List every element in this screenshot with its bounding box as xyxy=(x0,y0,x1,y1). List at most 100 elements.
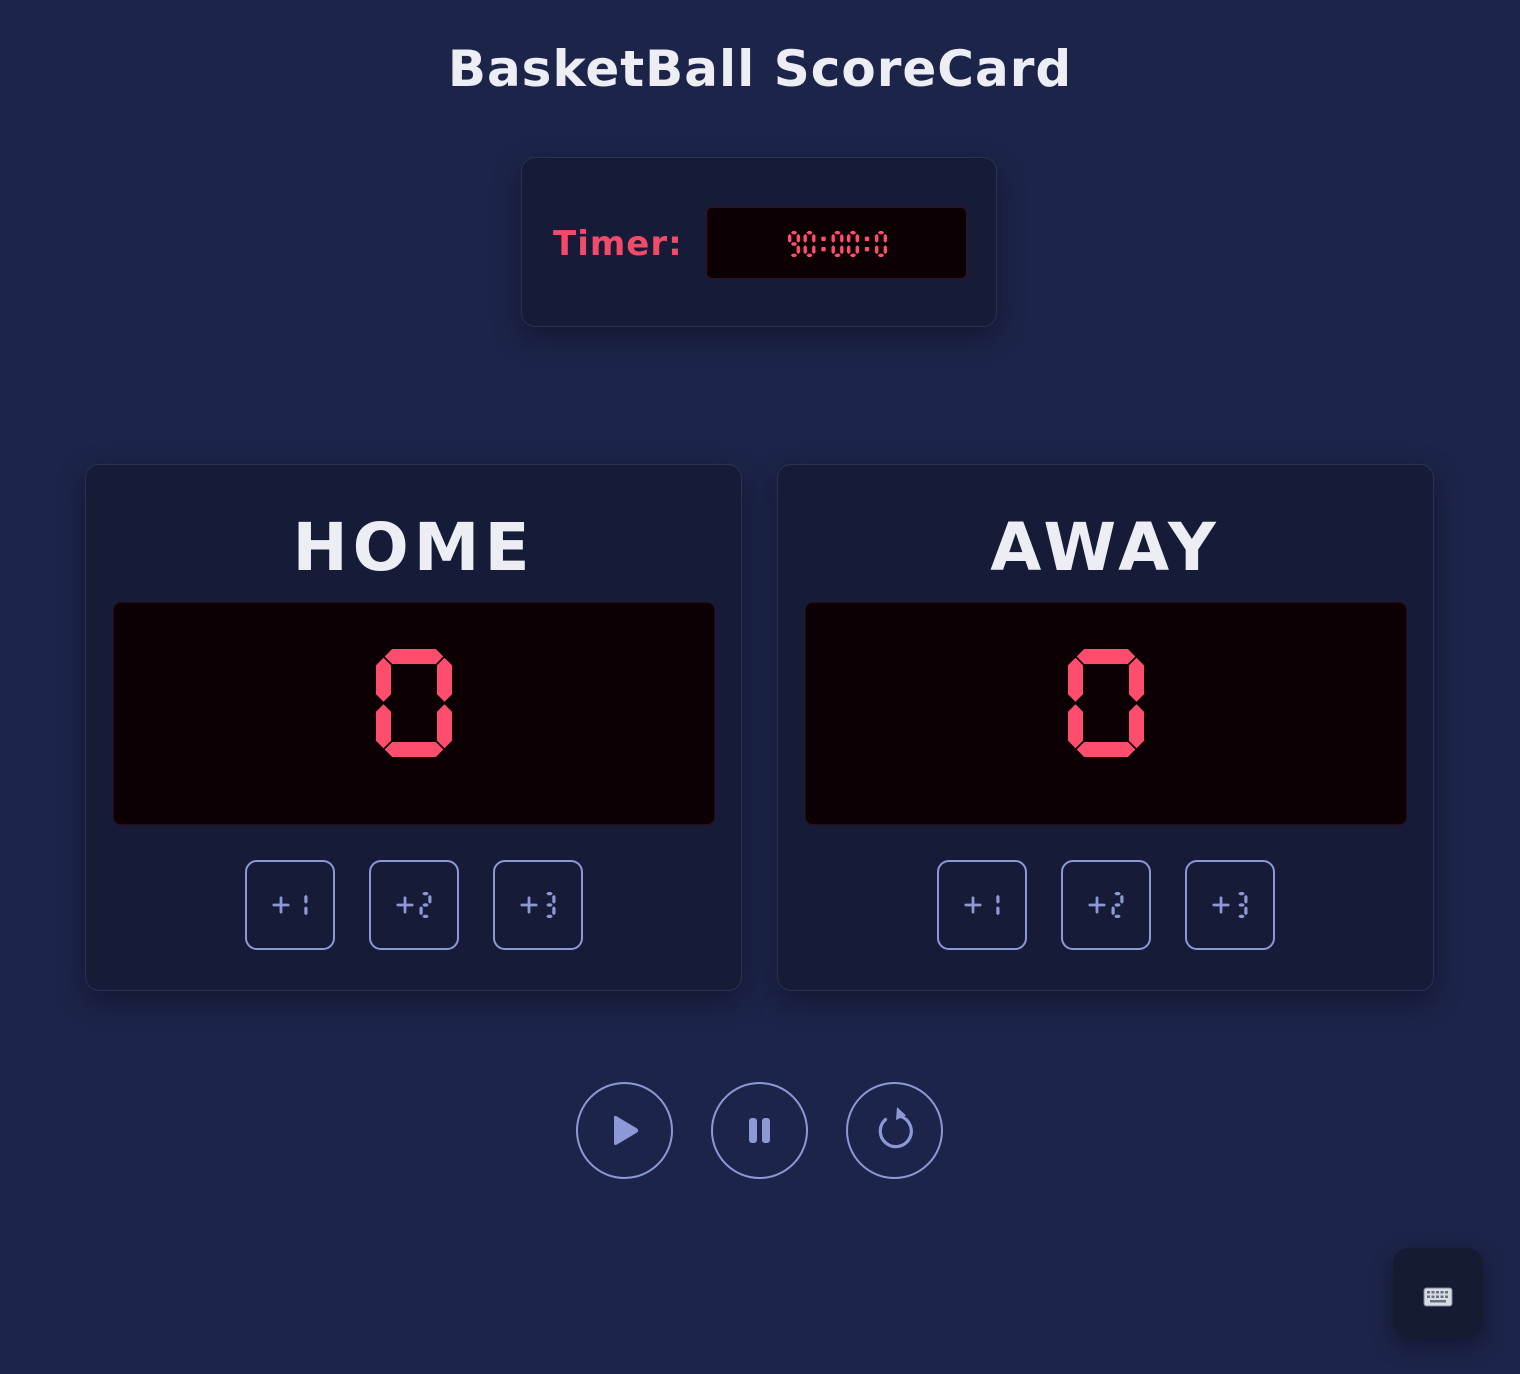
keyboard-shortcuts-button[interactable] xyxy=(1393,1248,1483,1338)
timer-digit-0-seg-d xyxy=(790,253,798,257)
away-score-digit-0-seg-d xyxy=(1076,742,1136,757)
home-add-2-button[interactable]: +2 xyxy=(369,860,459,950)
home-score-digit-0-seg-a xyxy=(384,649,444,664)
home-team-panel: HOME 0 +1 +2 +3 xyxy=(85,464,742,991)
away-team-panel: AWAY 0 +1 +2 +3 xyxy=(777,464,1434,991)
pause-icon xyxy=(749,1118,770,1143)
home-add-3-digit-seg-g xyxy=(546,903,553,907)
away-add-3-digit-seg-d xyxy=(1238,914,1245,918)
away-add-3-glyph xyxy=(1212,892,1248,918)
away-add-2-digit-seg-d xyxy=(1114,914,1121,918)
timer-digit-4-seg-d xyxy=(849,253,857,257)
reset-icon xyxy=(878,1107,913,1149)
away-add-3-button[interactable]: +3 xyxy=(1185,860,1275,950)
away-add-3-digit-seg-a xyxy=(1238,892,1245,896)
timer-display: 90:00:0 xyxy=(706,207,967,279)
timer-panel: Timer: 90:00:0 xyxy=(521,157,997,327)
away-add-1-glyph xyxy=(964,894,1000,916)
away-add-2-digit-seg-g xyxy=(1114,903,1121,907)
home-add-3-digit-seg-b xyxy=(552,894,556,904)
timer-digit-1-seg-f xyxy=(803,233,807,243)
home-add-3-digit-seg-c xyxy=(552,906,556,916)
away-add-2-digit-seg-e xyxy=(1111,906,1115,916)
away-score-digit-0-seg-c xyxy=(1129,704,1144,749)
timer-digit-3-seg-b xyxy=(840,233,844,243)
home-add-2-digit-seg-b xyxy=(428,894,432,904)
timer-digit-1-seg-e xyxy=(803,245,807,255)
away-score-digit-0-seg-f xyxy=(1068,657,1083,702)
timer-digit-0-seg-a xyxy=(790,231,798,235)
timer-digit-6-seg-f xyxy=(875,233,879,243)
home-add-1-digit-seg-b xyxy=(304,894,308,904)
timer-colon-2-dot-1 xyxy=(821,247,826,252)
home-add-1-button[interactable]: +1 xyxy=(245,860,335,950)
timer-digit-1-seg-a xyxy=(806,231,813,235)
away-score-digit-0-seg-a xyxy=(1076,649,1136,664)
home-score-value: 0 xyxy=(114,603,115,604)
timer-digits xyxy=(788,231,887,257)
timer-digit-4-seg-e xyxy=(847,245,851,255)
home-score-digit-0-seg-b xyxy=(437,657,452,702)
timer-digit-3-seg-e xyxy=(831,245,835,255)
home-add-3-button[interactable]: +3 xyxy=(493,860,583,950)
timer-label: Timer: xyxy=(553,224,683,264)
pause-button[interactable] xyxy=(711,1082,808,1179)
timer-digit-3-seg-a xyxy=(834,231,841,235)
timer-digit-6-seg-c xyxy=(883,245,887,255)
away-add-2-digit-seg-a xyxy=(1114,892,1121,896)
home-add-2-digit-seg-a xyxy=(422,892,429,896)
home-score-digit-0-seg-d xyxy=(384,742,444,757)
away-score-value: 0 xyxy=(806,603,807,604)
timer-colon-5-dot-1 xyxy=(864,247,870,252)
home-score-digit-0-seg-e xyxy=(376,704,391,749)
home-add-2-plus-v xyxy=(403,896,407,914)
home-add-3-glyph xyxy=(520,892,556,918)
timer-digit-4-seg-f xyxy=(847,233,851,243)
timer-digit-6-seg-d xyxy=(877,253,885,257)
timer-digit-0-seg-b xyxy=(796,233,800,243)
home-add-2-digit-seg-e xyxy=(419,906,423,916)
home-add-1-digit-seg-c xyxy=(304,906,308,916)
away-add-3-plus-v xyxy=(1219,896,1223,914)
timer-digit-0-seg-g xyxy=(790,242,798,246)
home-add-1-plus-v xyxy=(279,896,283,914)
timer-digit-4-seg-c xyxy=(855,245,859,255)
home-score-digit-0-seg-f xyxy=(376,657,391,702)
timer-digit-0-seg-c xyxy=(796,245,800,255)
timer-digit-1-seg-d xyxy=(806,253,813,257)
home-add-3-digit-seg-a xyxy=(546,892,553,896)
home-add-3-plus-v xyxy=(527,896,531,914)
home-add-2-digit-seg-d xyxy=(422,914,429,918)
home-add-3-digit-seg-d xyxy=(546,914,553,918)
scorecard-page: BasketBall ScoreCard Timer: 90:00:0 HOME… xyxy=(0,0,1520,1374)
home-score-display: 0 xyxy=(113,602,715,825)
away-score-digit-0-seg-b xyxy=(1129,657,1144,702)
reset-button[interactable] xyxy=(846,1082,943,1179)
timer-digit-1-seg-b xyxy=(812,233,816,243)
away-team-name: AWAY xyxy=(990,509,1221,586)
timer-digit-4-seg-a xyxy=(849,231,857,235)
timer-colon-2-dot-0 xyxy=(821,236,826,241)
away-add-1-button[interactable]: +1 xyxy=(937,860,1027,950)
away-add-2-button[interactable]: +2 xyxy=(1061,860,1151,950)
home-add-1-glyph xyxy=(272,894,308,916)
page-title: BasketBall ScoreCard xyxy=(447,40,1073,98)
timer-digit-3-seg-f xyxy=(831,233,835,243)
home-score-digit-0-seg-c xyxy=(437,704,452,749)
away-add-2-plus-v xyxy=(1095,896,1099,914)
away-add-1-digit-seg-c xyxy=(996,906,1000,916)
play-icon xyxy=(614,1115,639,1145)
away-score-display: 0 xyxy=(805,602,1407,825)
timer-digit-6-seg-b xyxy=(883,233,887,243)
start-button[interactable] xyxy=(576,1082,673,1179)
away-add-3-digit-seg-g xyxy=(1238,903,1245,907)
timer-digit-0-seg-f xyxy=(788,233,792,243)
timer-digit-6-seg-e xyxy=(875,245,879,255)
timer-digit-6-seg-a xyxy=(877,231,885,235)
timer-digit-3-seg-d xyxy=(834,253,841,257)
away-score-digit-0-seg-e xyxy=(1068,704,1083,749)
home-score-digit xyxy=(376,649,452,757)
timer-digit-1-seg-c xyxy=(812,245,816,255)
home-add-2-glyph xyxy=(396,892,432,918)
timer-colon-5-dot-0 xyxy=(864,236,870,241)
